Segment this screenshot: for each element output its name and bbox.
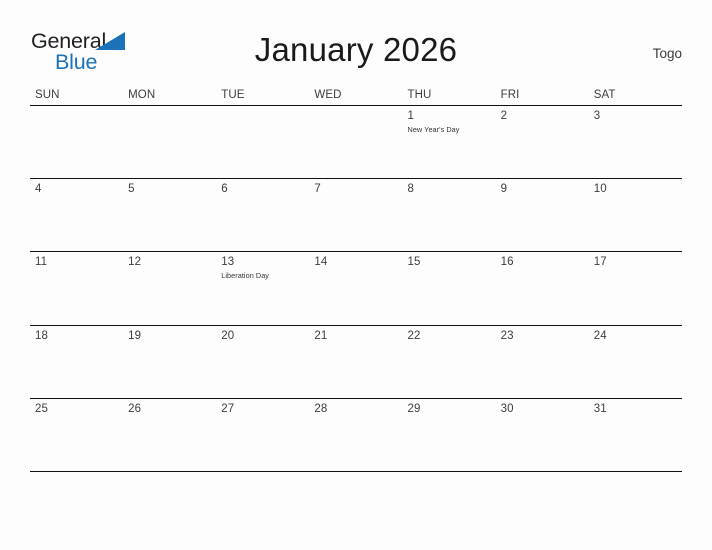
- calendar-day-cell[interactable]: 18: [30, 326, 123, 398]
- calendar-day-cell[interactable]: 8: [403, 179, 496, 251]
- day-number: 20: [221, 329, 235, 342]
- calendar-day-cell[interactable]: 3: [589, 106, 682, 178]
- day-number: 6: [221, 183, 228, 196]
- day-number: 24: [593, 329, 607, 342]
- calendar-day-cell-empty: [216, 106, 309, 178]
- calendar-day-cell[interactable]: 26: [123, 399, 216, 471]
- calendar-day-cell[interactable]: 24: [589, 326, 682, 398]
- day-number: 5: [128, 183, 135, 196]
- calendar-day-cell-empty: [123, 106, 216, 178]
- calendar-day-cell[interactable]: 19: [123, 326, 216, 398]
- calendar-day-cell[interactable]: 29: [403, 399, 496, 471]
- calendar-day-cell[interactable]: 15: [403, 252, 496, 324]
- day-number: 8: [407, 183, 414, 196]
- calendar-day-cell[interactable]: 20: [216, 326, 309, 398]
- calendar-week-row: 11 12 13 Liberation Day 14 15 16 17: [30, 252, 682, 326]
- calendar-day-cell[interactable]: 27: [216, 399, 309, 471]
- day-number: 18: [35, 329, 48, 342]
- calendar-day-cell[interactable]: 22: [403, 326, 496, 398]
- day-number: 3: [593, 110, 601, 122]
- day-number: 28: [314, 402, 328, 415]
- day-number: 10: [593, 183, 607, 196]
- day-number: 25: [35, 402, 48, 415]
- weekday-mon: MON: [128, 89, 156, 101]
- day-number: 7: [314, 183, 321, 196]
- calendar-day-cell[interactable]: 14: [309, 252, 402, 324]
- calendar-day-cell[interactable]: 23: [496, 326, 589, 398]
- day-number: 4: [35, 183, 42, 196]
- calendar-day-cell[interactable]: 5: [123, 179, 216, 251]
- calendar-week-row: 18 19 20 21 22 23 24: [30, 326, 682, 399]
- page-header: General Blue January 2026 Togo: [0, 0, 712, 86]
- calendar-day-cell[interactable]: 1 New Year's Day: [403, 106, 496, 178]
- day-number: 26: [128, 402, 142, 415]
- weekday-wed: WED: [314, 89, 342, 101]
- day-number: 22: [407, 329, 421, 342]
- weekday-sat: SAT: [593, 89, 616, 101]
- day-number: 17: [593, 256, 607, 269]
- calendar-day-cell[interactable]: 13 Liberation Day: [216, 252, 309, 324]
- calendar-day-cell[interactable]: 25: [30, 399, 123, 471]
- calendar-day-cell[interactable]: 7: [309, 179, 402, 251]
- weekday-tue: TUE: [221, 89, 245, 101]
- calendar-day-cell[interactable]: 2: [496, 106, 589, 178]
- day-number: 21: [314, 329, 328, 342]
- day-number: 11: [35, 256, 48, 269]
- calendar-day-cell[interactable]: 28: [309, 399, 402, 471]
- page-title: January 2026: [254, 31, 458, 68]
- day-event-label: Liberation Day: [221, 271, 270, 281]
- day-event-label: New Year's Day: [407, 125, 460, 134]
- calendar-day-cell-empty: [309, 106, 402, 178]
- weekday-fri: FRI: [500, 89, 520, 101]
- calendar-day-cell[interactable]: 10: [589, 179, 682, 251]
- calendar-day-cell[interactable]: 9: [496, 179, 589, 251]
- day-number: 14: [314, 256, 328, 269]
- weekday-sun: SUN: [35, 89, 60, 101]
- calendar-day-cell[interactable]: 4: [30, 179, 123, 251]
- calendar-day-cell[interactable]: 17: [589, 252, 682, 324]
- weekday-thu: THU: [407, 89, 432, 101]
- calendar: SUN MON TUE WED THU FRI SAT 1 New Year's …: [30, 88, 682, 472]
- day-number: 30: [500, 402, 514, 415]
- day-number: 12: [128, 256, 142, 269]
- day-number: 1: [407, 110, 414, 122]
- calendar-day-cell[interactable]: 21: [309, 326, 402, 398]
- calendar-day-cell[interactable]: 30: [496, 399, 589, 471]
- day-number: 19: [128, 329, 142, 342]
- calendar-day-cell-empty: [30, 106, 123, 178]
- calendar-week-row: 4 5 6 7 8 9 10: [30, 179, 682, 253]
- day-number: 29: [407, 402, 421, 415]
- country-label: Togo: [652, 46, 682, 61]
- calendar-grid: 1 New Year's Day 2 3 4 5 6 7 8 9 10 11 12 13 Liberatio…: [30, 105, 682, 472]
- day-number: 9: [500, 183, 508, 196]
- calendar-day-cell[interactable]: 31: [589, 399, 682, 471]
- day-number: 2: [500, 110, 508, 122]
- day-number: 27: [221, 402, 235, 415]
- day-number: 31: [593, 402, 607, 415]
- calendar-day-cell[interactable]: 12: [123, 252, 216, 324]
- calendar-week-row: 25 26 27 28 29 30 31: [30, 399, 682, 472]
- day-number: 15: [407, 256, 421, 269]
- calendar-week-row: 1 New Year's Day 2 3: [30, 106, 682, 180]
- day-number: 13: [221, 256, 235, 269]
- calendar-day-cell[interactable]: 11: [30, 252, 123, 324]
- weekday-header-row: SUN MON TUE WED THU FRI SAT: [30, 88, 682, 105]
- day-number: 23: [500, 329, 514, 342]
- day-number: 16: [500, 256, 514, 269]
- calendar-day-cell[interactable]: 6: [216, 179, 309, 251]
- calendar-day-cell[interactable]: 16: [496, 252, 589, 324]
